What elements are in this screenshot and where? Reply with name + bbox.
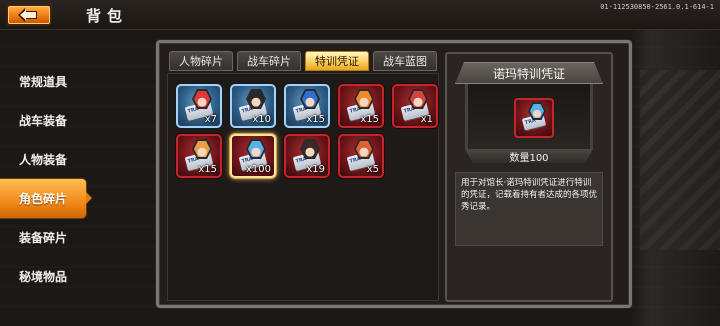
sidebar-item-vehicle-equipment[interactable]: 战车装备 <box>0 101 86 140</box>
item-quantity-label: x15 <box>198 164 217 175</box>
item-quantity-label: x19 <box>306 164 325 175</box>
item-name: 诺玛特训凭证 <box>455 62 603 84</box>
item-description: 用于对馆长·诺玛特训凭证进行特训的凭证，记载着持有者达成的各项优秀记录。 <box>455 172 603 246</box>
item-slot[interactable]: x15 <box>338 84 384 128</box>
item-quantity-label: x15 <box>306 114 325 125</box>
item-slot[interactable]: x15 <box>176 134 222 178</box>
sidebar-item-label: 战车装备 <box>18 114 67 128</box>
item-slot[interactable]: x5 <box>338 134 384 178</box>
tab-character-fragments[interactable]: 人物碎片 <box>169 51 233 71</box>
item-slot[interactable]: x19 <box>284 134 330 178</box>
sidebar-item-character-fragments[interactable]: 角色碎片 <box>0 179 92 218</box>
sidebar-item-label: 常规道具 <box>18 75 67 89</box>
sidebar-item-secret-realm-items[interactable]: 秘境物品 <box>0 257 86 296</box>
background-vent <box>640 70 720 250</box>
category-sidebar: 常规道具 战车装备 人物装备 角色碎片 装备碎片 秘境物品 <box>0 62 92 296</box>
item-quantity-label: x10 <box>252 114 271 125</box>
item-quantity-label: x100 <box>245 164 271 175</box>
sidebar-item-label: 秘境物品 <box>18 270 67 284</box>
item-quantity: 数量100 <box>465 149 593 163</box>
sidebar-item-label: 装备碎片 <box>18 231 67 245</box>
item-detail-panel: 诺玛特训凭证 数量100 用于对馆长·诺玛特训凭证进行特训的凭证，记载着持有者达… <box>445 52 613 302</box>
sidebar-item-character-equipment[interactable]: 人物装备 <box>0 140 86 179</box>
item-grid: x7 x10 x15 x15 x1 x15 x100 x19 x5 <box>167 73 439 301</box>
build-id-text: 01-112530850-2561.0.1-614-1 <box>600 3 714 11</box>
item-slot[interactable]: x15 <box>284 84 330 128</box>
item-slot[interactable]: x10 <box>230 84 276 128</box>
item-slot[interactable]: x7 <box>176 84 222 128</box>
page-title: 背包 <box>86 7 129 25</box>
item-preview-stage <box>465 84 593 150</box>
sidebar-item-regular-items[interactable]: 常规道具 <box>0 62 86 101</box>
item-quantity-label: x7 <box>204 114 217 125</box>
item-quantity-label: x1 <box>420 114 433 125</box>
tab-bar: 人物碎片 战车碎片 特训凭证 战车蓝图 <box>169 51 437 71</box>
back-arrow-icon <box>18 8 37 22</box>
tab-vehicle-fragments[interactable]: 战车碎片 <box>237 51 301 71</box>
tab-vehicle-blueprints[interactable]: 战车蓝图 <box>373 51 437 71</box>
item-slot[interactable]: x1 <box>392 84 438 128</box>
item-slot[interactable]: x100 <box>230 134 276 178</box>
tab-training-vouchers[interactable]: 特训凭证 <box>305 51 369 71</box>
sidebar-item-label: 角色碎片 <box>18 192 67 206</box>
item-quantity-label: x5 <box>366 164 379 175</box>
top-bar: 背包 01-112530850-2561.0.1-614-1 <box>0 0 720 30</box>
sidebar-item-label: 人物装备 <box>18 153 67 167</box>
item-preview-icon <box>514 98 554 138</box>
sidebar-item-equipment-fragments[interactable]: 装备碎片 <box>0 218 86 257</box>
back-button[interactable] <box>6 4 52 26</box>
item-quantity-label: x15 <box>360 114 379 125</box>
